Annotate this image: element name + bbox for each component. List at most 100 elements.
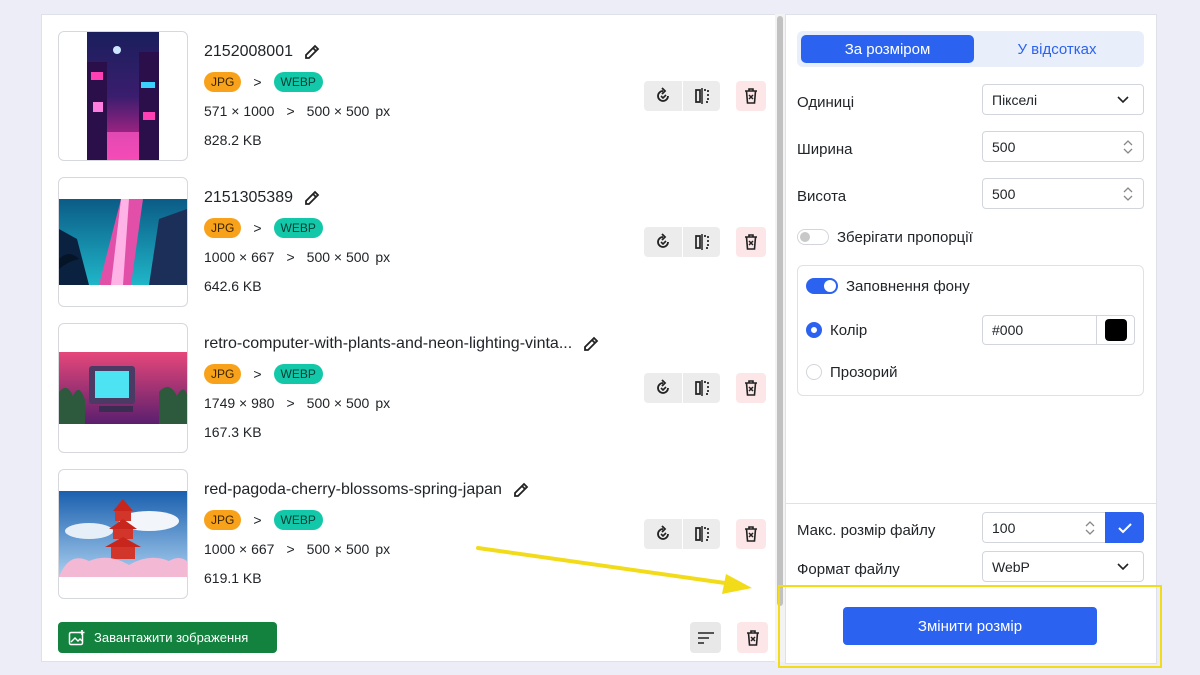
flip-button[interactable] bbox=[682, 81, 720, 111]
units-value: Пікселі bbox=[992, 91, 1038, 108]
dimensions-separator: > bbox=[286, 541, 295, 557]
max-size-value: 100 bbox=[992, 519, 1016, 536]
format-badges: JPG > WEBP bbox=[204, 218, 323, 238]
toggle-knob bbox=[800, 232, 810, 242]
edit-name-icon[interactable] bbox=[303, 189, 321, 207]
file-size: 642.6 KB bbox=[204, 278, 262, 294]
delete-button[interactable] bbox=[736, 373, 766, 403]
section-divider bbox=[785, 503, 1157, 504]
format-label: Формат файлу bbox=[797, 561, 900, 578]
dimensions: 571 × 1000 > 500 × 500 px bbox=[204, 103, 390, 119]
edit-name-icon[interactable] bbox=[582, 335, 600, 353]
rotate-icon bbox=[657, 233, 669, 248]
new-dimensions: 500 × 500 bbox=[306, 541, 370, 557]
scrollbar-thumb[interactable] bbox=[777, 16, 783, 606]
spinner-icon[interactable] bbox=[1121, 139, 1135, 155]
tab-by-percent[interactable]: У відсотках bbox=[974, 35, 1140, 63]
edit-name-icon[interactable] bbox=[303, 43, 321, 61]
width-label: Ширина bbox=[797, 141, 853, 158]
flip-button[interactable] bbox=[682, 373, 720, 403]
apply-max-size-button[interactable] bbox=[1105, 512, 1144, 543]
arrow-separator: > bbox=[253, 512, 262, 528]
rotate-button[interactable] bbox=[644, 81, 682, 111]
width-input[interactable]: 500 bbox=[982, 131, 1144, 162]
max-size-label: Макс. розмір файлу bbox=[797, 522, 936, 539]
source-format-badge: JPG bbox=[204, 510, 242, 530]
fill-bg-toggle[interactable] bbox=[806, 278, 838, 294]
spinner-icon[interactable] bbox=[1121, 186, 1135, 202]
tab-by-size[interactable]: За розміром bbox=[801, 35, 974, 63]
source-format-badge: JPG bbox=[204, 72, 242, 92]
original-dimensions: 1000 × 667 bbox=[204, 249, 275, 265]
format-badges: JPG > WEBP bbox=[204, 510, 323, 530]
upload-images-label: Завантажити зображення bbox=[94, 630, 249, 645]
color-label: Колір bbox=[830, 322, 868, 339]
resize-mode-tabs: За розміром У відсотках bbox=[797, 31, 1144, 67]
dimensions-separator: > bbox=[286, 103, 295, 119]
transform-buttons bbox=[644, 227, 720, 257]
transparent-radio[interactable] bbox=[806, 364, 822, 380]
color-picker[interactable] bbox=[1096, 315, 1135, 345]
height-value: 500 bbox=[992, 185, 1016, 202]
arrow-separator: > bbox=[253, 74, 262, 90]
units-label: Одиниці bbox=[797, 94, 855, 111]
image-row: 2152008001 JPG > WEBP 571 × 1000 > 500 ×… bbox=[58, 31, 768, 161]
upload-images-button[interactable]: Завантажити зображення bbox=[58, 622, 277, 653]
arrow-separator: > bbox=[253, 220, 262, 236]
delete-button[interactable] bbox=[736, 227, 766, 257]
fill-bg-label: Заповнення фону bbox=[846, 278, 970, 295]
rotate-button[interactable] bbox=[644, 227, 682, 257]
file-size: 828.2 KB bbox=[204, 132, 262, 148]
rotate-button[interactable] bbox=[644, 373, 682, 403]
trash-icon bbox=[745, 380, 757, 396]
original-dimensions: 1000 × 667 bbox=[204, 541, 275, 557]
edit-name-icon[interactable] bbox=[512, 481, 530, 499]
trash-icon bbox=[745, 88, 757, 104]
add-image-icon bbox=[68, 629, 85, 645]
format-value: WebP bbox=[992, 558, 1030, 575]
delete-button[interactable] bbox=[736, 81, 766, 111]
color-value: #000 bbox=[992, 322, 1024, 338]
file-name: retro-computer-with-plants-and-neon-ligh… bbox=[204, 335, 600, 353]
dimensions: 1749 × 980 > 500 × 500 px bbox=[204, 395, 390, 411]
list-scrollbar[interactable] bbox=[775, 14, 785, 662]
toggle-knob bbox=[824, 280, 836, 292]
target-format-badge: WEBP bbox=[273, 510, 323, 530]
flip-button[interactable] bbox=[682, 227, 720, 257]
transform-buttons bbox=[644, 81, 720, 111]
annotation-arrow-icon bbox=[476, 546, 752, 594]
format-select[interactable]: WebP bbox=[982, 551, 1144, 582]
flip-icon bbox=[694, 380, 709, 396]
height-input[interactable]: 500 bbox=[982, 178, 1144, 209]
dimensions: 1000 × 667 > 500 × 500 px bbox=[204, 541, 390, 557]
arrow-separator: > bbox=[253, 366, 262, 382]
dimensions-unit: px bbox=[375, 249, 391, 265]
rotate-icon bbox=[657, 379, 669, 394]
spinner-icon[interactable] bbox=[1083, 520, 1097, 536]
file-size: 619.1 KB bbox=[204, 570, 262, 586]
flip-icon bbox=[694, 88, 709, 104]
dimensions-unit: px bbox=[375, 103, 391, 119]
delete-all-button[interactable] bbox=[737, 622, 768, 653]
rotate-icon bbox=[657, 87, 669, 102]
image-thumbnail bbox=[58, 469, 188, 599]
max-size-input[interactable]: 100 bbox=[982, 512, 1106, 543]
transparent-label: Прозорий bbox=[830, 364, 898, 381]
sort-button[interactable] bbox=[690, 622, 721, 653]
new-dimensions: 500 × 500 bbox=[306, 249, 370, 265]
dimensions: 1000 × 667 > 500 × 500 px bbox=[204, 249, 390, 265]
keep-ratio-label: Зберігати пропорції bbox=[837, 229, 973, 246]
file-name: red-pagoda-cherry-blossoms-spring-japan bbox=[204, 481, 530, 499]
file-name-text: 2152008001 bbox=[204, 43, 293, 60]
row-actions bbox=[644, 227, 766, 257]
image-row: 2151305389 JPG > WEBP 1000 × 667 > 500 ×… bbox=[58, 177, 768, 307]
file-name: 2151305389 bbox=[204, 189, 321, 207]
keep-ratio-toggle[interactable] bbox=[797, 229, 829, 245]
units-select[interactable]: Пікселі bbox=[982, 84, 1144, 115]
image-thumbnail bbox=[58, 31, 188, 161]
flip-icon bbox=[694, 234, 709, 250]
target-format-badge: WEBP bbox=[273, 218, 323, 238]
trash-icon bbox=[745, 234, 757, 250]
resize-button[interactable]: Змінити розмір bbox=[843, 607, 1097, 645]
color-radio[interactable] bbox=[806, 322, 822, 338]
